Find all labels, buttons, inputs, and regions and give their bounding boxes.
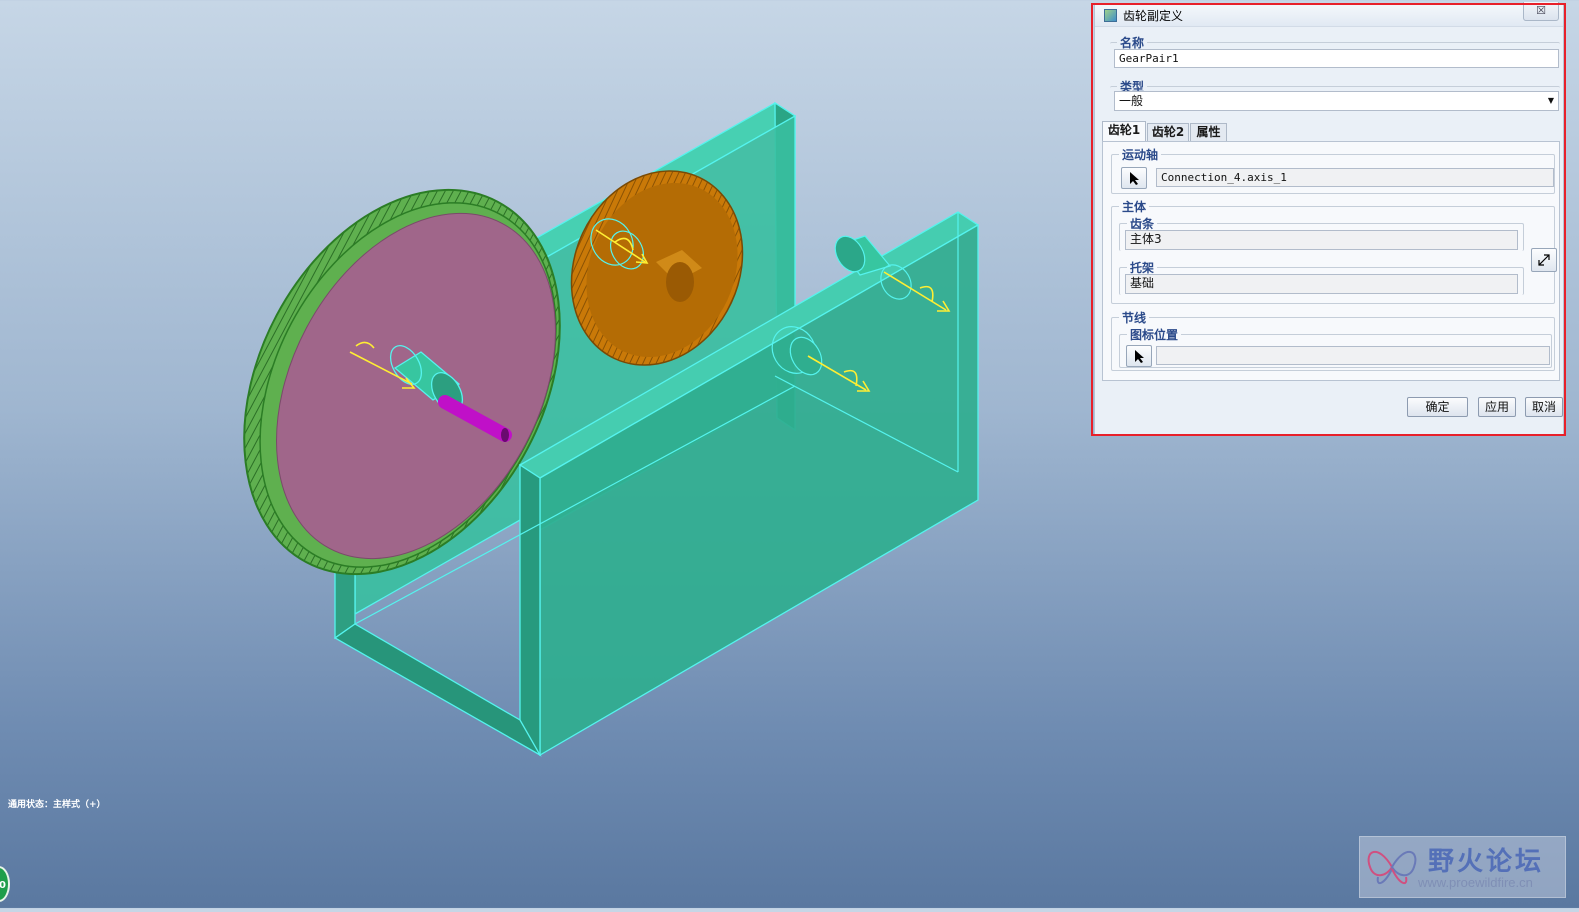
cancel-button[interactable]: 取消 (1525, 397, 1563, 417)
icon-position-label: 图标位置 (1127, 326, 1182, 343)
arrow-cursor-icon (1135, 350, 1144, 363)
pitch-group-label: 节线 (1119, 309, 1150, 326)
watermark-url: www.proewildfire.cn (1418, 875, 1533, 890)
swap-icon (1538, 254, 1550, 266)
dialog-title: 齿轮副定义 (1123, 9, 1184, 23)
name-input[interactable]: GearPair1 (1114, 49, 1559, 68)
motion-axis-group: 运动轴 Connection_4.axis_1 (1111, 146, 1555, 194)
gear-body-field[interactable]: 主体3 (1125, 230, 1518, 250)
body-group: 主体 齿条 主体3 托架 基础 (1111, 198, 1557, 304)
pitch-group: 节线 图标位置 (1111, 309, 1555, 371)
tab-gear1[interactable]: 齿轮1 (1102, 121, 1146, 142)
gear-pair-dialog: 齿轮副定义 ☒ 名称 GearPair1 类型 一般 ▼ 齿轮1 齿轮2 属性 … (1094, 2, 1564, 435)
motion-axis-select-button[interactable] (1121, 167, 1147, 189)
arrow-cursor-icon (1130, 172, 1139, 185)
tab-properties[interactable]: 属性 (1190, 123, 1227, 141)
icon-position-field[interactable] (1156, 346, 1550, 365)
icon-position-select-button[interactable] (1126, 345, 1152, 367)
motion-axis-label: 运动轴 (1119, 146, 1162, 163)
butterfly-logo-icon (1367, 851, 1417, 885)
apply-button[interactable]: 应用 (1478, 397, 1516, 417)
carrier-field[interactable]: 基础 (1125, 274, 1518, 294)
watermark-name: 野火论坛 (1428, 847, 1545, 877)
type-select-value: 一般 (1119, 94, 1144, 108)
swap-bodies-button[interactable] (1531, 248, 1557, 272)
tab-panel-gear1: 运动轴 Connection_4.axis_1 主体 齿条 主体3 托架 基础 (1102, 141, 1560, 381)
dropdown-arrow-icon: ▼ (1547, 96, 1554, 105)
status-text: 通用状态：主样式（+） (8, 800, 106, 810)
type-select[interactable]: 一般 ▼ (1114, 91, 1559, 111)
dialog-titlebar[interactable]: 齿轮副定义 ☒ (1095, 2, 1563, 27)
icon-position-group: 图标位置 (1119, 326, 1552, 368)
motion-axis-field[interactable]: Connection_4.axis_1 (1156, 168, 1554, 187)
ok-button[interactable]: 确定 (1407, 397, 1468, 417)
dialog-app-icon (1104, 9, 1117, 22)
watermark: 野火论坛 www.proewildfire.cn (1359, 836, 1566, 898)
body-group-label: 主体 (1119, 198, 1150, 215)
tab-gear2[interactable]: 齿轮2 (1147, 123, 1189, 141)
close-button[interactable]: ☒ (1523, 2, 1559, 21)
